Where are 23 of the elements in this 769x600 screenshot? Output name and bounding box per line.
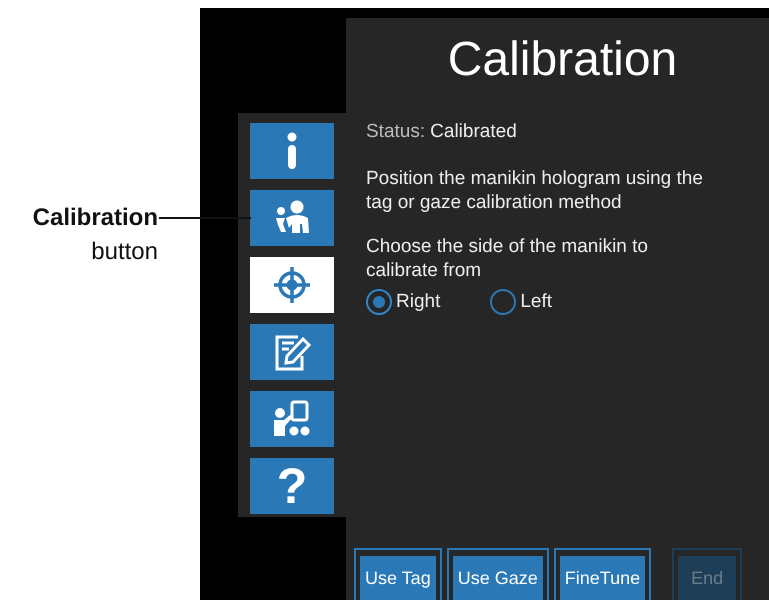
target-icon xyxy=(272,265,312,305)
target-button[interactable] xyxy=(250,257,334,313)
info-button[interactable] xyxy=(250,123,334,179)
panel-title: Calibration xyxy=(446,32,678,87)
info-icon xyxy=(287,132,297,170)
presenter-icon xyxy=(272,399,312,439)
people-button[interactable] xyxy=(250,190,334,246)
status-value: Calibrated xyxy=(430,121,517,142)
side-prompt: Choose the side of the manikin to calibrate from xyxy=(366,235,650,283)
radio-button[interactable] xyxy=(366,289,392,315)
action-button[interactable]: Use Tag xyxy=(360,556,436,600)
action-button[interactable]: Use Gaze xyxy=(452,556,543,600)
radio-button[interactable] xyxy=(490,289,516,315)
help-button[interactable]: ? xyxy=(250,458,334,514)
edit-button[interactable] xyxy=(250,324,334,380)
radio-label[interactable]: Right xyxy=(396,291,440,313)
action-button[interactable]: FineTune xyxy=(560,556,646,600)
radio-label[interactable]: Left xyxy=(520,291,552,313)
callout-label: Calibration xyxy=(32,203,158,233)
presenter-button[interactable] xyxy=(250,391,334,447)
callout-note: button xyxy=(91,237,158,267)
status-label: Status: xyxy=(366,121,426,142)
instruction-text: Position the manikin hologram using the tag or gaze calibration method xyxy=(366,167,704,215)
